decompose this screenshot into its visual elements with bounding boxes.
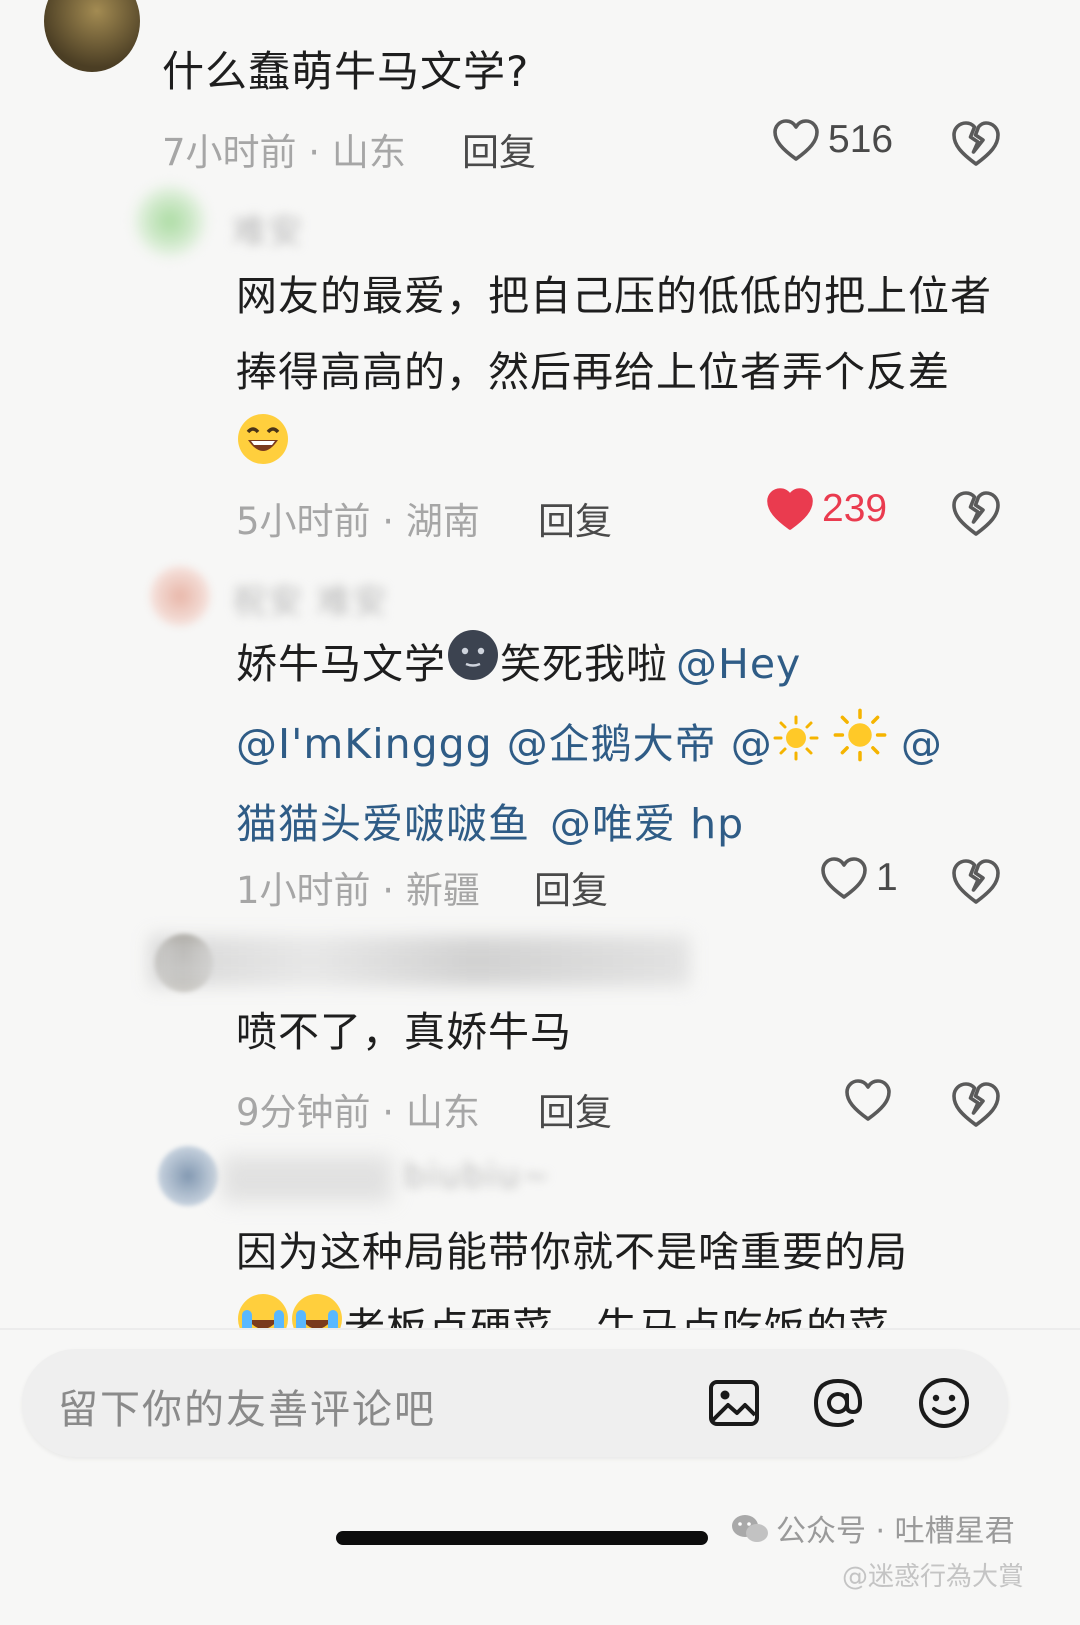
image-icon[interactable] bbox=[706, 1375, 762, 1431]
reply-button[interactable]: 回复 bbox=[534, 860, 608, 914]
avatar[interactable] bbox=[150, 566, 210, 626]
like-button[interactable]: 516 bbox=[772, 118, 893, 162]
avatar[interactable] bbox=[135, 186, 205, 256]
reply-button[interactable]: 回复 bbox=[538, 1082, 612, 1136]
comment-text: 娇牛马文学 笑死我啦 @Hey @I'mKinggg @企鹅大帝 @ @ 猫猫头爱… bbox=[236, 626, 1016, 862]
at-icon[interactable] bbox=[810, 1375, 866, 1431]
comment-text: 网友的最爱，把自己压的低低的把上位者捧得高高的，然后再给上位者弄个反差 bbox=[236, 258, 996, 490]
comment-input-placeholder[interactable]: 留下你的友善评论吧 bbox=[58, 1377, 436, 1435]
like-count: 1 bbox=[876, 856, 898, 899]
mention-link[interactable]: @企鹅大帝 bbox=[507, 720, 717, 768]
black-moon-face-emoji bbox=[446, 628, 500, 706]
dislike-icon[interactable] bbox=[950, 488, 1002, 538]
mention-link[interactable]: @唯爱 hp bbox=[550, 800, 744, 848]
avatar[interactable] bbox=[44, 0, 140, 72]
reply-button[interactable]: 回复 bbox=[538, 491, 612, 545]
wechat-logo-icon bbox=[730, 1513, 770, 1553]
mention-link[interactable]: 猫猫头爱啵啵鱼 bbox=[236, 800, 530, 848]
comment-text: 喷不了，真娇牛马 bbox=[236, 1008, 572, 1056]
mention-link[interactable]: @Hey bbox=[676, 640, 801, 688]
username-blurred[interactable]: 祝安 难安 bbox=[232, 574, 389, 623]
divider bbox=[0, 1328, 1080, 1330]
comment-text-clip: 因为这种局能带你就不是啥重要的局 老板点硬菜，牛马点吃饭的菜 bbox=[236, 1214, 1036, 1328]
username-blurred[interactable]: biubiu~ bbox=[404, 1156, 552, 1196]
reply-button[interactable]: 回复 bbox=[462, 122, 536, 176]
sun-emoji bbox=[773, 709, 819, 785]
username-blurred[interactable]: 难安 bbox=[232, 204, 304, 253]
watermark: 公众号 · 吐槽星君 bbox=[730, 1506, 1015, 1553]
comment-time-location: 9分钟前 · 山东 bbox=[236, 1091, 480, 1134]
emoji-icon[interactable] bbox=[916, 1375, 972, 1431]
heart-icon bbox=[820, 856, 868, 900]
crying-face-emoji bbox=[290, 1292, 344, 1328]
username-blur-mask bbox=[222, 1156, 392, 1202]
watermark: @迷惑行為大賞 bbox=[842, 1562, 1025, 1592]
dislike-icon[interactable] bbox=[950, 856, 1002, 906]
comment-time-location: 5小时前 · 湖南 bbox=[236, 500, 480, 543]
username-blurred[interactable] bbox=[150, 936, 690, 986]
heart-filled-icon bbox=[766, 487, 814, 531]
sun-emoji bbox=[833, 708, 887, 786]
mention-link[interactable]: @I'mKinggg bbox=[236, 720, 493, 768]
comment-text: 什么蠢萌牛马文学? bbox=[162, 47, 530, 96]
grinning-face-emoji bbox=[236, 412, 290, 490]
heart-icon bbox=[844, 1078, 892, 1122]
heart-icon bbox=[772, 118, 820, 162]
home-indicator[interactable] bbox=[336, 1531, 708, 1545]
dislike-icon[interactable] bbox=[950, 118, 1002, 168]
mention-link[interactable]: @ bbox=[731, 708, 887, 768]
like-button[interactable]: 239 bbox=[766, 487, 887, 531]
comment-time-location: 7小时前 · 山东 bbox=[162, 131, 406, 174]
comment-input-bar[interactable]: 留下你的友善评论吧 bbox=[22, 1349, 1008, 1457]
crying-face-emoji bbox=[236, 1292, 290, 1328]
dislike-icon[interactable] bbox=[950, 1079, 1002, 1129]
like-count: 516 bbox=[828, 118, 894, 161]
like-button[interactable]: 1 bbox=[820, 856, 898, 900]
like-button[interactable] bbox=[844, 1078, 900, 1122]
comment-time-location: 1小时前 · 新疆 bbox=[236, 869, 480, 912]
comment-text: 因为这种局能带你就不是啥重要的局 老板点硬菜，牛马点吃饭的菜 bbox=[236, 1214, 1036, 1328]
mention-link[interactable]: @ bbox=[901, 720, 943, 768]
avatar[interactable] bbox=[158, 1146, 218, 1206]
like-count: 239 bbox=[822, 487, 888, 530]
